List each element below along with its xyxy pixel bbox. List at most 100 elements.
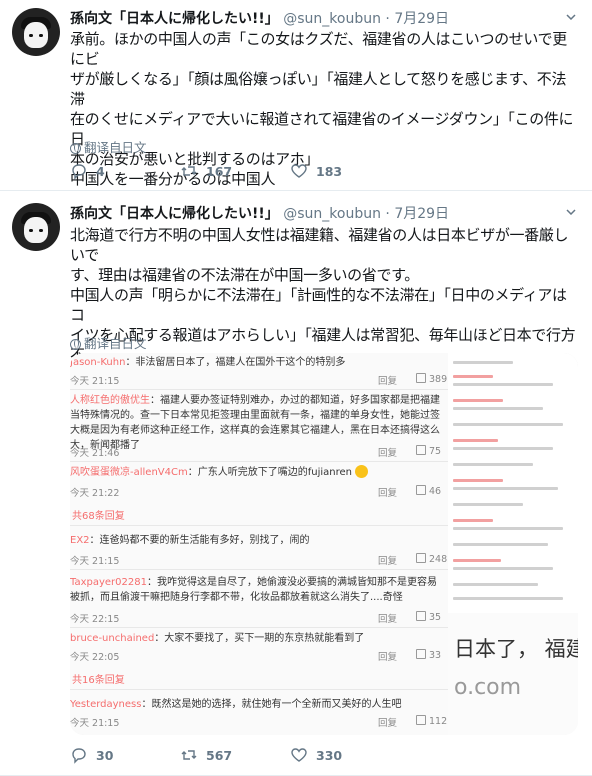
author-name[interactable]: 孫向文「日本人に帰化したい!!」	[70, 11, 279, 27]
translate-link[interactable]: 翻译自日文	[70, 333, 147, 352]
author-handle[interactable]: @sun_koubun	[283, 206, 381, 222]
comment-time: 今天 22:15	[70, 614, 120, 625]
comment-like-count: 112	[429, 716, 448, 727]
divider	[70, 569, 448, 570]
comment-time: 今天 21:22	[70, 488, 120, 499]
comment-reply: 回复	[378, 652, 398, 663]
avatar[interactable]	[12, 203, 60, 251]
reply-icon	[72, 164, 86, 180]
translate-link[interactable]: 翻译自日文	[70, 137, 147, 156]
comment-reply: 回复	[378, 614, 398, 625]
zoomed-text-panel: 日本了， 福建 o.com	[448, 613, 578, 735]
tweet-1[interactable]: 孫向文「日本人に帰化したい!!」 @sun_koubun · 7月29日 承前。…	[0, 0, 592, 191]
divider	[70, 389, 448, 390]
divider	[70, 525, 448, 526]
comment-likes: 33	[416, 649, 441, 661]
tweet-date[interactable]: 7月29日	[394, 206, 449, 222]
comment: EX2：连爸妈都不要的新生活能有多好，别找了，闹的	[70, 533, 448, 548]
divider	[70, 461, 448, 462]
caret-down-icon[interactable]	[566, 14, 576, 20]
caret-down-icon[interactable]	[566, 209, 576, 215]
retweet-count: 567	[206, 747, 233, 763]
comment-reply: 回复	[378, 448, 398, 459]
comment-text: ：连爸妈都不要的新生活能有多好，别找了，闹的	[89, 535, 310, 546]
globe-icon	[70, 339, 81, 350]
comment-user: 人称红色的傲优生	[70, 395, 150, 406]
comment: Jason-Kuhn：非法留居日本了，福建人在国外干这个的特别多	[70, 355, 448, 370]
tweet-header: 孫向文「日本人に帰化したい!!」 @sun_koubun · 7月29日	[70, 8, 562, 28]
translate-label: 翻译自日文	[84, 336, 147, 351]
comment-text: ：既然这是她的选择，就住她有一个全新而又美好的人生吧	[141, 699, 402, 710]
divider	[70, 689, 448, 690]
comment-list: Jason-Kuhn：非法留居日本了，福建人在国外干这个的特别多 今天 21:1…	[70, 353, 448, 735]
comment-user: Taxpayer02281	[70, 577, 147, 588]
comment: Yesterdayness：既然这是她的选择，就住她有一个全新而又美好的人生吧	[70, 697, 448, 712]
comment-likes: 46	[416, 485, 441, 497]
attached-image[interactable]: Jason-Kuhn：非法留居日本了，福建人在国外干这个的特别多 今天 21:1…	[70, 353, 578, 735]
comment-likes: 389	[416, 373, 447, 385]
comment-text: ：非法留居日本了，福建人在国外干这个的特别多	[125, 357, 346, 368]
comment-likes: 35	[416, 611, 441, 623]
thumb-up-icon	[416, 373, 426, 383]
comment-time: 今天 21:15	[70, 556, 120, 567]
divider	[70, 627, 448, 628]
comment-user: EX2	[70, 535, 90, 546]
comment-like-count: 35	[429, 612, 442, 623]
comment-like-count: 33	[429, 650, 442, 661]
like-icon	[291, 164, 307, 178]
comment-user: 风吹蛋蛋微凉-allenV4Cm	[70, 467, 188, 478]
thumb-up-icon	[416, 715, 426, 725]
like-count: 330	[316, 747, 343, 763]
comment-user: bruce-unchained	[70, 633, 155, 644]
author-handle[interactable]: @sun_koubun	[283, 11, 381, 27]
reply-icon	[72, 748, 86, 764]
comment: 风吹蛋蛋微凉-allenV4Cm：广东人听完放下了嘴边的fujianren	[70, 465, 448, 480]
tweet-date[interactable]: 7月29日	[394, 11, 449, 27]
retweet-icon	[181, 750, 197, 760]
like-button[interactable]: 330	[290, 746, 400, 764]
retweet-button[interactable]: 567	[180, 746, 290, 764]
comment-user: Yesterdayness	[70, 699, 142, 710]
author-name[interactable]: 孫向文「日本人に帰化したい!!」	[70, 206, 279, 222]
expand-replies: 共68条回复	[72, 511, 125, 522]
reply-button[interactable]: 4	[70, 162, 180, 180]
tweet-line: す、理由は福建省の不法滞在が中国一多いの省です。	[70, 266, 419, 284]
retweet-button[interactable]: 167	[180, 162, 290, 180]
comment-time: 今天 22:05	[70, 652, 120, 663]
tweet-line: 北海道で行方不明の中国人女性は福建籍、福建省の人は日本ビザが一番厳しいで	[70, 226, 569, 264]
tweet-line: ザが厳しくなる」「顔は風俗嬢っぽい」「福建人として怒りを感じます、不法滞	[70, 70, 567, 108]
reply-button[interactable]: 30	[70, 746, 180, 764]
tweet-actions: 4 167 183	[70, 162, 400, 180]
retweet-count: 167	[206, 163, 233, 179]
comment-like-count: 46	[429, 486, 442, 497]
comment-reply: 回复	[378, 376, 398, 387]
comment-time: 今天 21:15	[70, 376, 120, 387]
avatar[interactable]	[12, 8, 60, 56]
thumb-up-icon	[416, 485, 426, 495]
separator-dot: ·	[385, 11, 390, 27]
tweet-actions: 30 567 330	[70, 746, 400, 764]
reply-count: 4	[96, 163, 105, 179]
tweet-line: 中国人の声「明らかに不法滞在」「計画性的な不法滞在」「日中のメディアはコ	[70, 286, 567, 324]
comment-time: 今天 21:46	[70, 448, 120, 459]
translate-label: 翻译自日文	[84, 140, 147, 155]
comment: Taxpayer02281：我咋觉得这是自尽了，她偷渡没必要搞的满城皆知那不是更…	[70, 575, 440, 605]
globe-icon	[70, 143, 81, 154]
like-count: 183	[316, 163, 343, 179]
zoomed-domain: o.com	[454, 675, 522, 700]
like-button[interactable]: 183	[290, 162, 400, 180]
emoji-icon	[355, 465, 369, 478]
comment-likes: 112	[416, 715, 447, 727]
zoomed-text: 日本了， 福建	[454, 637, 578, 661]
expand-replies: 共16条回复	[72, 675, 125, 686]
comment-user: Jason-Kuhn	[70, 357, 126, 368]
like-icon	[291, 748, 307, 762]
comment-reply: 回复	[378, 718, 398, 729]
thumb-up-icon	[416, 611, 426, 621]
thumb-up-icon	[416, 553, 426, 563]
comment-like-count: 248	[429, 554, 448, 565]
retweet-icon	[181, 166, 197, 176]
tweet-line: 承前。ほかの中国人の声「この女はクズだ、福建省の人はこいつのせいで更にビ	[70, 30, 567, 68]
comment-likes: 75	[416, 445, 441, 457]
comment-text: ：广东人听完放下了嘴边的fujianren	[187, 467, 352, 478]
